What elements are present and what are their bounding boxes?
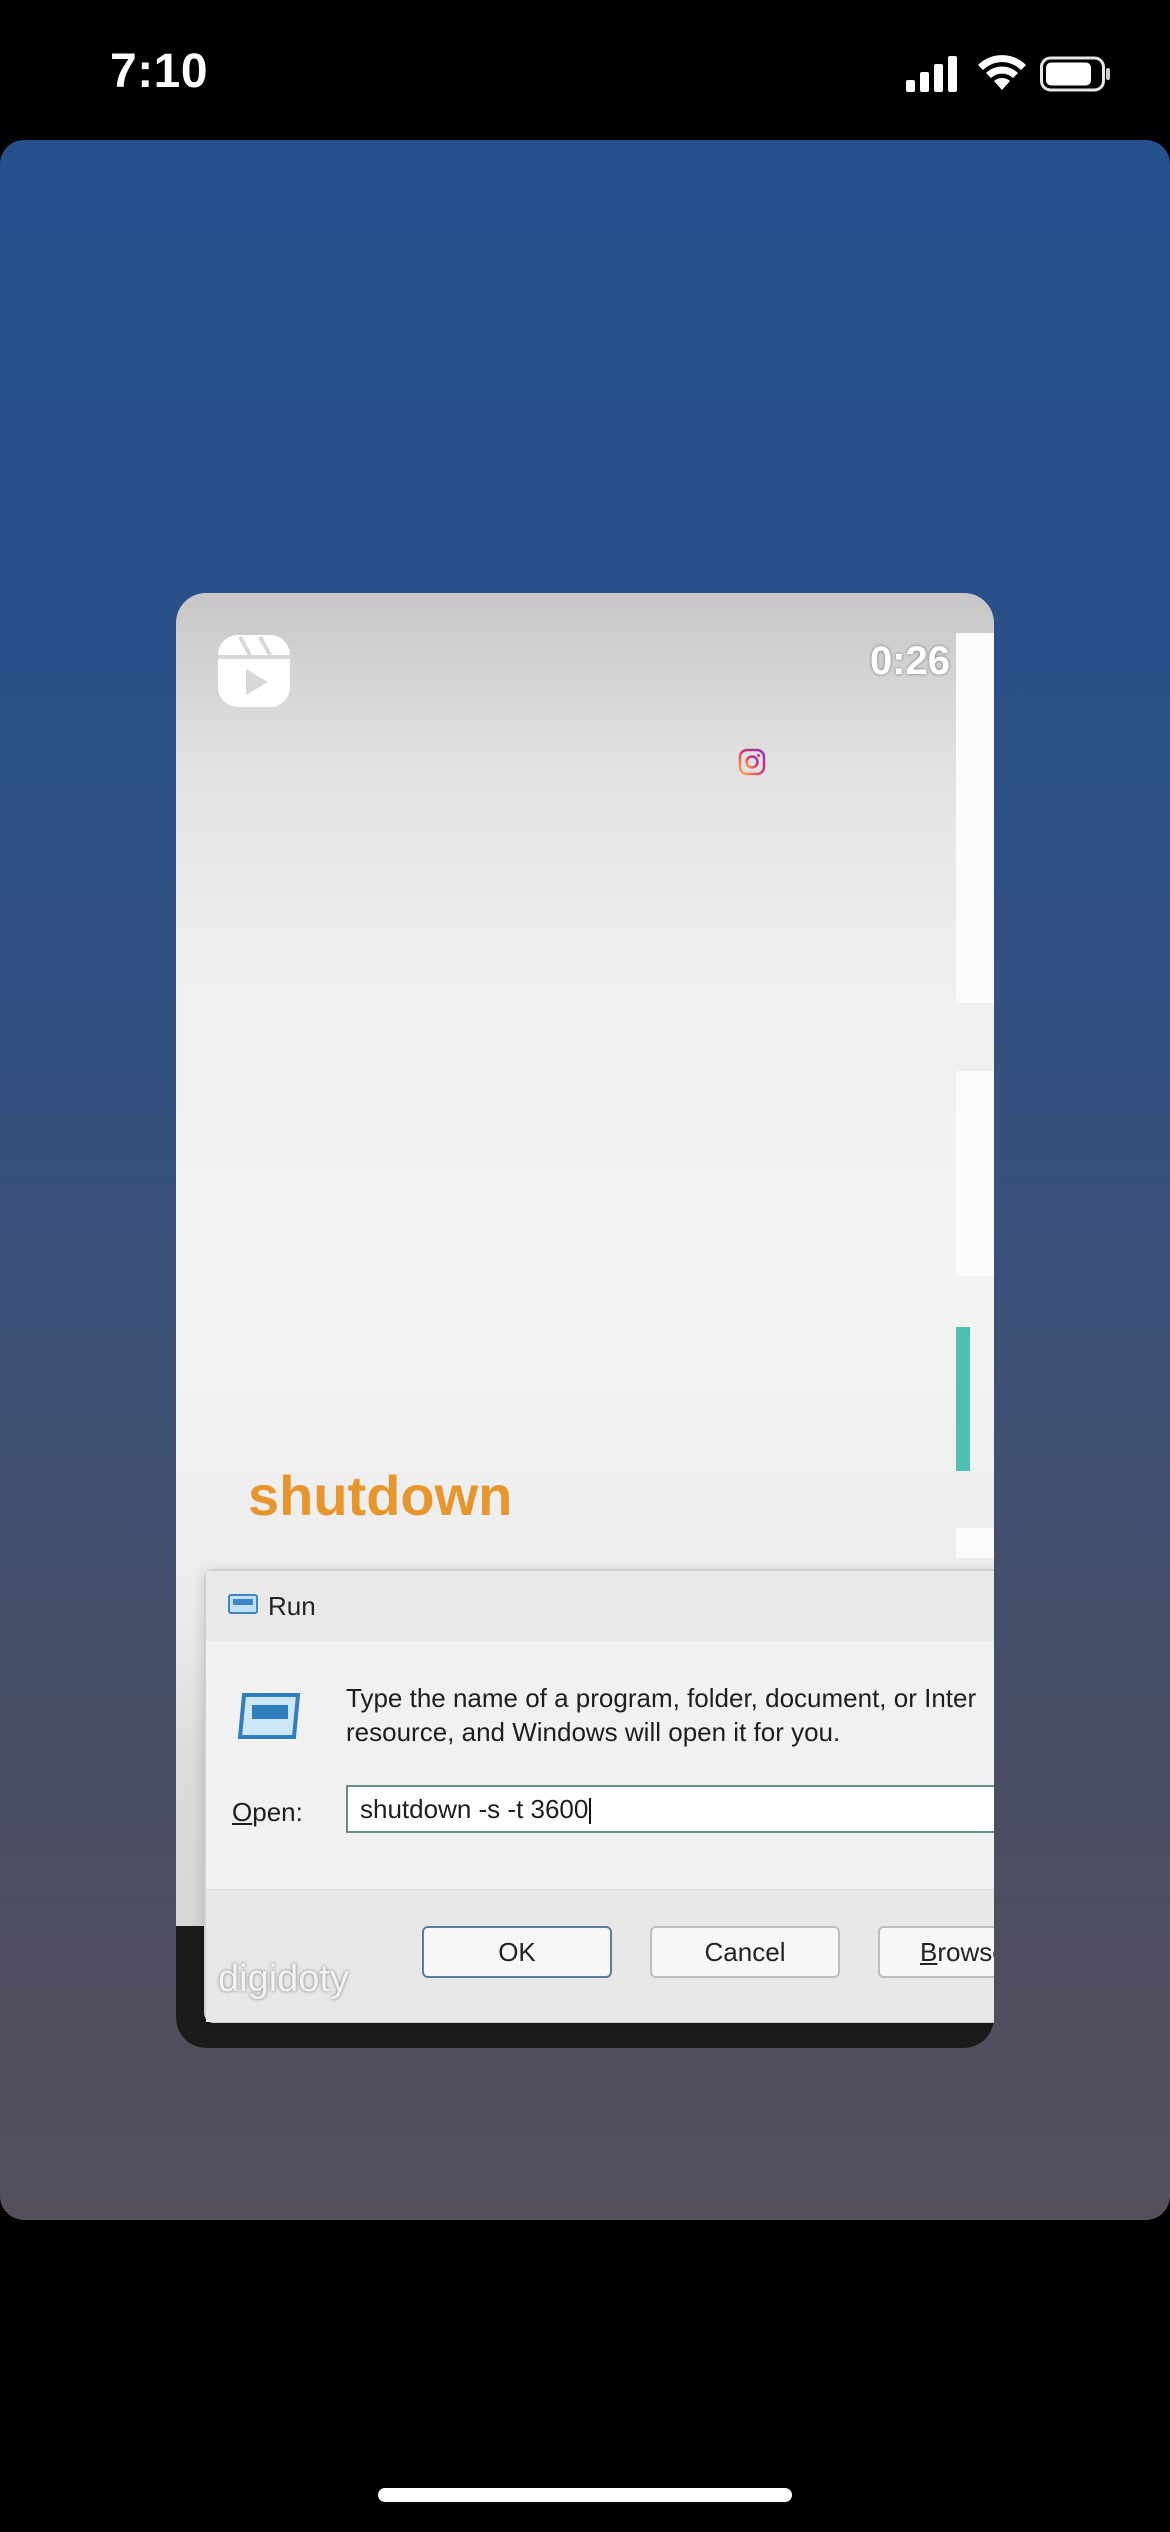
reels-logo-icon	[218, 635, 290, 707]
ok-button[interactable]: OK	[422, 1926, 612, 1978]
browse-accesskey: B	[920, 1937, 938, 1967]
battery-icon	[1040, 56, 1110, 92]
reel-duration: 0:26	[869, 639, 950, 683]
reel-watermark: digidoty	[218, 1958, 349, 2000]
run-program-icon	[237, 1693, 301, 1739]
run-titlebar: Run	[206, 1571, 994, 1641]
background-window-strip	[956, 1071, 994, 1276]
shared-reel-card: 0:26 shutdown Run Type the name of a pro…	[0, 140, 1170, 2220]
run-description-line1: Type the name of a program, folder, docu…	[346, 1683, 977, 1713]
wifi-icon	[978, 55, 1026, 90]
run-command-value: shutdown -s -t 3600	[360, 1794, 589, 1824]
open-label: Open:	[232, 1797, 303, 1828]
run-app-icon	[228, 1594, 258, 1614]
browse-button[interactable]: Browse	[878, 1926, 994, 1978]
status-time: 7:10	[110, 45, 209, 98]
text-caret	[589, 1798, 592, 1825]
home-indicator[interactable]	[378, 2488, 792, 2502]
reel-overlay-text: shutdown	[248, 1464, 513, 1527]
cellular-signal-icon	[906, 56, 957, 92]
run-description: Type the name of a program, folder, docu…	[346, 1681, 986, 1749]
run-description-line2: resource, and Windows will open it for y…	[346, 1717, 841, 1747]
status-bar: 7:10	[0, 0, 1170, 140]
background-window-strip	[956, 633, 994, 1003]
open-label-text: pen:	[252, 1797, 303, 1827]
cancel-button[interactable]: Cancel	[650, 1926, 840, 1978]
reel-preview[interactable]: 0:26 shutdown Run Type the name of a pro…	[176, 593, 994, 2048]
run-dialog-footer: OK Cancel Browse	[206, 1889, 994, 2022]
run-dialog-title: Run	[268, 1591, 316, 1621]
open-label-accesskey: O	[232, 1797, 253, 1827]
run-command-input[interactable]: shutdown -s -t 3600	[346, 1785, 994, 1833]
background-window-strip	[956, 1528, 994, 1558]
run-dialog: Run Type the name of a program, folder, …	[204, 1569, 994, 2023]
instagram-icon	[738, 748, 766, 776]
browse-label: rowse	[937, 1937, 994, 1967]
accent-strip	[956, 1327, 970, 1471]
